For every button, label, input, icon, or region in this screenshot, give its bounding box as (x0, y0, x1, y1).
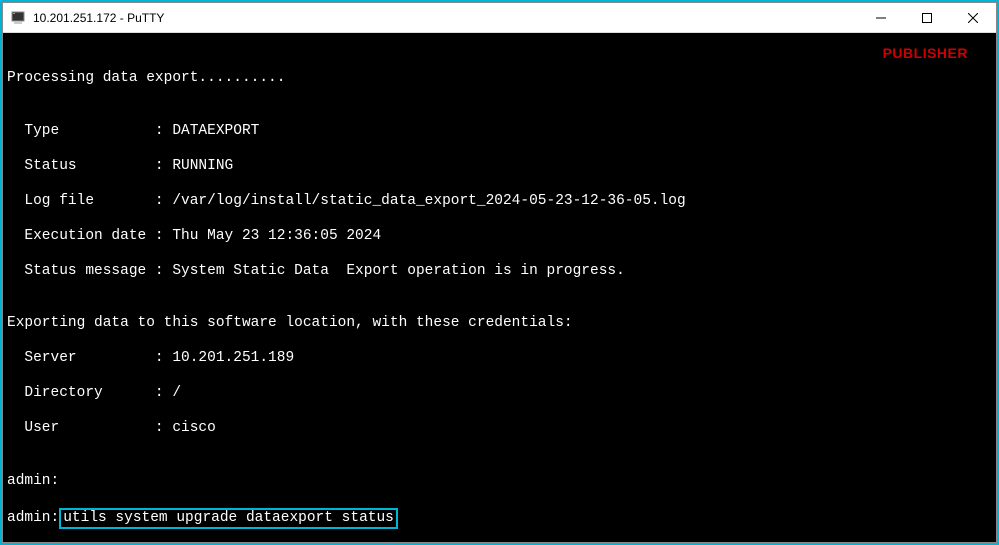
terminal-line: Status message : System Static Data Expo… (7, 263, 992, 281)
window-title: 10.201.251.172 - PuTTY (33, 11, 858, 25)
terminal-line: Execution date : Thu May 23 12:36:05 202… (7, 228, 992, 246)
terminal[interactable]: PUBLISHER Processing data export........… (3, 33, 996, 542)
publisher-label: PUBLISHER (883, 45, 968, 63)
window-controls (858, 3, 996, 32)
terminal-line: admin: (7, 473, 992, 491)
titlebar[interactable]: 10.201.251.172 - PuTTY (3, 3, 996, 33)
terminal-line: admin:utils system upgrade dataexport st… (7, 508, 992, 529)
minimize-button[interactable] (858, 3, 904, 32)
terminal-line: Directory : / (7, 385, 992, 403)
terminal-line: Status : RUNNING (7, 158, 992, 176)
highlighted-command: utils system upgrade dataexport status (59, 508, 398, 529)
maximize-button[interactable] (904, 3, 950, 32)
terminal-line: Log file : /var/log/install/static_data_… (7, 193, 992, 211)
terminal-line: Type : DATAEXPORT (7, 123, 992, 141)
terminal-line: User : cisco (7, 420, 992, 438)
terminal-line: Server : 10.201.251.189 (7, 350, 992, 368)
close-button[interactable] (950, 3, 996, 32)
terminal-line: Exporting data to this software location… (7, 315, 992, 333)
terminal-line: Processing data export.......... (7, 70, 992, 88)
prompt: admin: (7, 510, 59, 526)
putty-window: 10.201.251.172 - PuTTY PUBLISHER Process… (2, 2, 997, 543)
putty-icon (11, 10, 27, 26)
